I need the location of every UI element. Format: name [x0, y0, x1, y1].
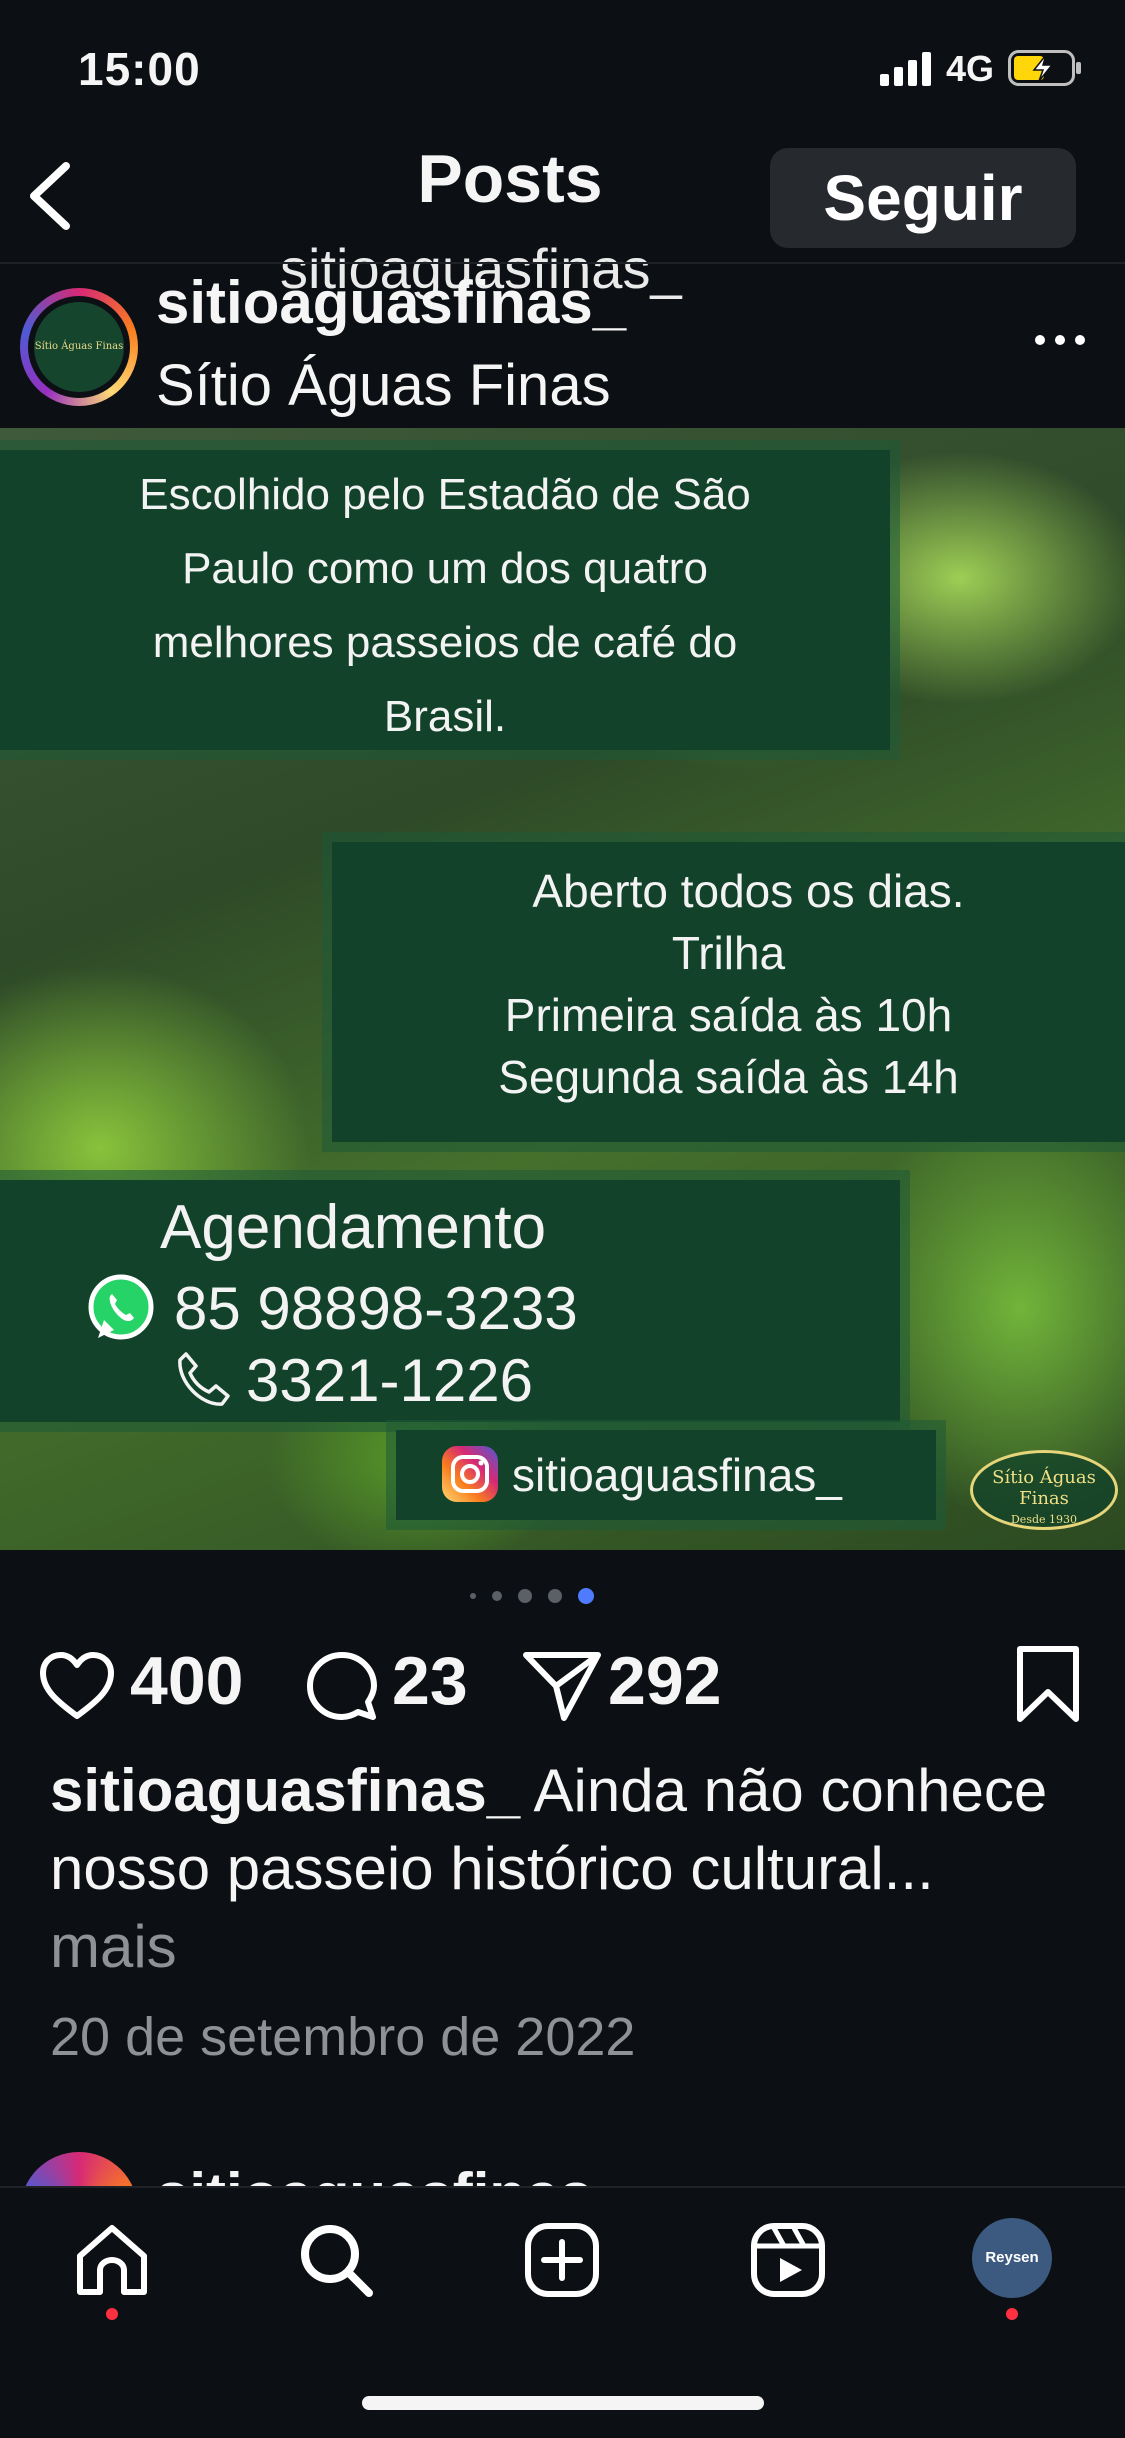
carousel-dot [578, 1588, 594, 1604]
carousel-dot [548, 1589, 562, 1603]
home-notification-dot [106, 2308, 118, 2320]
image-text-line: Trilha [671, 927, 786, 979]
image-text-box-award: Escolhido pelo Estadão de São Paulo como… [0, 450, 890, 750]
post-username[interactable]: sitioaguasfinas_ [156, 268, 626, 337]
logo-since: Desde 1930 [1010, 1513, 1078, 1526]
search-icon[interactable] [296, 2220, 376, 2300]
profile-notification-dot [1006, 2308, 1018, 2320]
image-text-line: Segunda saída às 14h [498, 1051, 959, 1103]
logo-name: Sítio Águas Finas [992, 1467, 1096, 1509]
comment-icon[interactable] [306, 1650, 378, 1722]
profile-avatar[interactable]: Reysen [972, 2218, 1052, 2298]
carousel-dot [518, 1589, 532, 1603]
image-text-line: Primeira saída às 10h [504, 989, 953, 1041]
comment-count[interactable]: 23 [392, 1642, 468, 1720]
image-text-box-hours: Aberto todos os dias. Trilha Primeira sa… [332, 842, 1125, 1142]
like-heart-icon[interactable] [38, 1650, 116, 1722]
status-time: 15:00 [78, 43, 201, 95]
battery-icon [1008, 50, 1081, 86]
reels-icon[interactable] [748, 2220, 828, 2300]
network-type: 4G [946, 48, 995, 89]
phone-number: 3321-1226 [246, 1347, 533, 1414]
post-location[interactable]: Sítio Águas Finas [156, 352, 611, 419]
image-text-box-instagram: sitioaguasfinas_ [396, 1430, 936, 1520]
avatar-logo-text: Sítio Águas Finas [34, 341, 124, 352]
carousel-dot [492, 1591, 502, 1601]
signal-icon [880, 52, 931, 86]
brand-logo: Sítio Águas Finas Desde 1930 [970, 1450, 1118, 1530]
whatsapp-icon [88, 1274, 154, 1340]
carousel-dot [470, 1593, 476, 1599]
image-text-line: melhores passeios de café do [152, 618, 738, 667]
home-indicator[interactable] [362, 2396, 764, 2410]
image-text-line: Escolhido pelo Estadão de São [139, 470, 751, 519]
post-caption: sitioaguasfinas_ Ainda não conhece nosso… [50, 1752, 1060, 1986]
post-image[interactable]: Escolhido pelo Estadão de São Paulo como… [0, 428, 1125, 1550]
instagram-icon [442, 1446, 498, 1502]
avatar[interactable]: Sítio Águas Finas [34, 302, 124, 392]
image-text-box-booking: Agendamento 85 98898-3233 3321-1226 [0, 1180, 900, 1422]
caption-username[interactable]: sitioaguasfinas_ [50, 1757, 520, 1824]
header-divider [0, 262, 1125, 264]
like-count[interactable]: 400 [130, 1642, 243, 1720]
profile-label: Reysen [985, 2249, 1039, 2266]
booking-title: Agendamento [160, 1193, 547, 1262]
home-icon[interactable] [72, 2220, 152, 2300]
bookmark-icon[interactable] [1014, 1644, 1082, 1724]
carousel-indicator [470, 1586, 610, 1606]
post-date: 20 de setembro de 2022 [50, 2007, 636, 2067]
image-text-line: Aberto todos os dias. [532, 865, 965, 917]
share-count[interactable]: 292 [608, 1642, 721, 1720]
create-post-icon[interactable] [522, 2220, 602, 2300]
instagram-handle: sitioaguasfinas_ [512, 1449, 842, 1501]
phone-icon [178, 1352, 230, 1406]
follow-button[interactable]: Seguir [770, 148, 1076, 248]
image-text-line: Brasil. [383, 692, 507, 741]
whatsapp-number: 85 98898-3233 [174, 1275, 578, 1342]
caption-more-link[interactable]: mais [50, 1913, 177, 1980]
more-options-icon[interactable] [1030, 320, 1090, 360]
image-text-line: Paulo como um dos quatro [182, 544, 708, 593]
share-paper-plane-icon[interactable] [522, 1650, 602, 1722]
